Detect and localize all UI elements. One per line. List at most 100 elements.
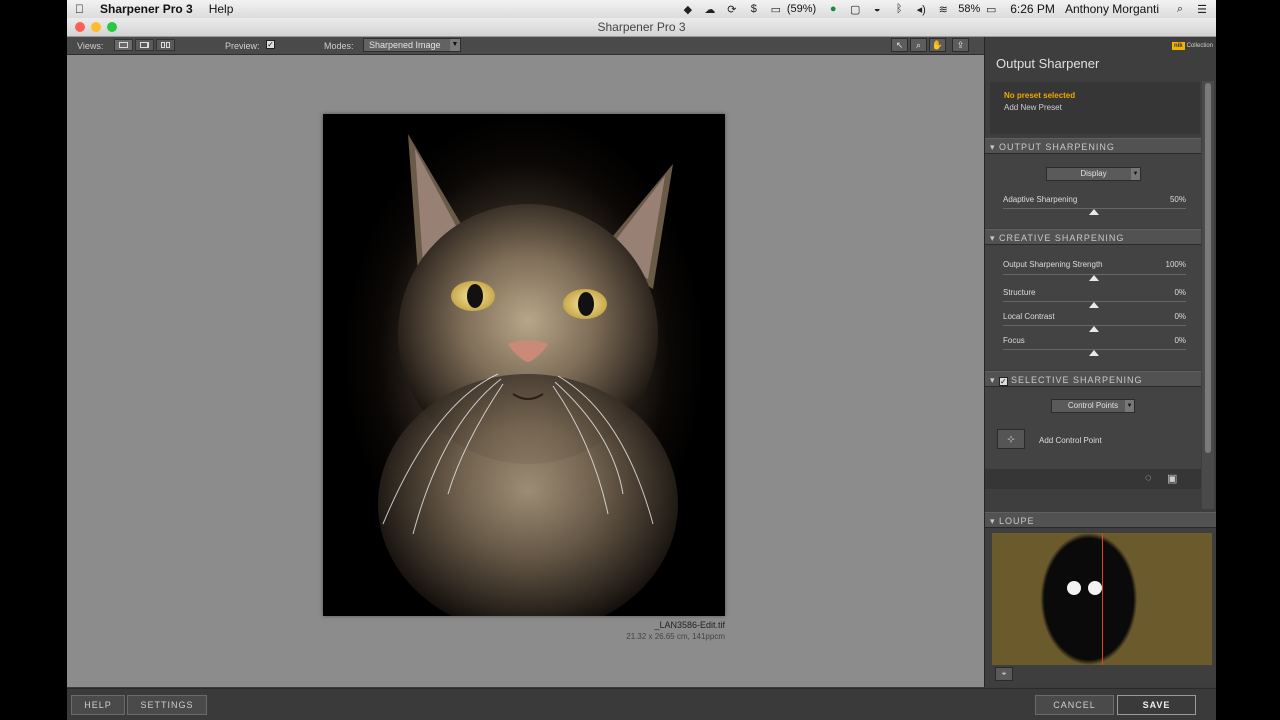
local-contrast-thumb[interactable] bbox=[1089, 326, 1099, 332]
selective-sharpening-section: Control Points ▼ ⊹ Add Control Point bbox=[985, 387, 1201, 469]
help-menu[interactable]: Help bbox=[201, 2, 242, 16]
loupe-header[interactable]: ▾ LOUPE bbox=[985, 512, 1216, 528]
structure-row: Structure 0% bbox=[1003, 288, 1186, 297]
views-label: Views: bbox=[77, 41, 104, 51]
dropbox-icon[interactable]: ◆ bbox=[680, 3, 696, 16]
creative-sharpening-header[interactable]: ▾ CREATIVE SHARPENING bbox=[985, 229, 1201, 245]
focus-label: Focus bbox=[1003, 336, 1025, 345]
adaptive-sharpening-value: 50% bbox=[1169, 195, 1186, 204]
selective-sharpening-header[interactable]: ▾ ✓ SELECTIVE SHARPENING bbox=[985, 371, 1201, 387]
add-control-point-label[interactable]: Add Control Point bbox=[1039, 436, 1102, 445]
save-button[interactable]: SAVE bbox=[1117, 695, 1196, 715]
toolbar: Views: Preview: ✓ Modes: Sharpened Image… bbox=[67, 37, 984, 55]
side-by-side-view-button[interactable] bbox=[156, 39, 175, 51]
chevron-down-icon: ▼ bbox=[450, 39, 460, 51]
control-points-dropdown[interactable]: Control Points ▼ bbox=[1051, 399, 1135, 413]
add-control-point-button[interactable]: ⊹ bbox=[997, 429, 1025, 449]
selective-sharpening-checkbox[interactable]: ✓ bbox=[999, 377, 1009, 386]
panel-title: Output Sharpener bbox=[996, 56, 1100, 71]
structure-thumb[interactable] bbox=[1089, 302, 1099, 308]
preset-status: No preset selected bbox=[1004, 91, 1076, 100]
close-window-icon[interactable] bbox=[75, 22, 85, 32]
screen-icon[interactable]: ▢ bbox=[847, 3, 863, 16]
output-type-value: Display bbox=[1080, 169, 1107, 178]
cat-photo bbox=[323, 114, 725, 616]
volume-icon[interactable]: ◂) bbox=[913, 3, 929, 16]
split-view-button[interactable] bbox=[135, 39, 154, 51]
cat-illustration bbox=[378, 134, 678, 616]
nik-badge: nik bbox=[1171, 42, 1185, 50]
apple-menu-icon[interactable]:  bbox=[67, 2, 92, 16]
spotlight-search-icon[interactable]: ⌕ bbox=[1172, 3, 1188, 16]
modes-dropdown[interactable]: Sharpened Image ▼ bbox=[363, 38, 461, 52]
loupe-split-line[interactable] bbox=[1102, 533, 1103, 665]
battery-small-text: (59%) bbox=[786, 3, 817, 15]
bluetooth-icon[interactable]: ᛒ bbox=[891, 3, 907, 15]
nik-collection-logo: nik Collection bbox=[1171, 42, 1213, 50]
clock[interactable]: 6:26 PM bbox=[1010, 2, 1055, 16]
notification-center-icon[interactable]: ☰ bbox=[1194, 3, 1210, 16]
preview-label: Preview: bbox=[225, 41, 260, 51]
green-app-icon[interactable]: ● bbox=[825, 3, 841, 15]
help-button[interactable]: HELP bbox=[71, 695, 125, 715]
output-sharpening-header[interactable]: ▾ OUTPUT SHARPENING bbox=[985, 138, 1201, 154]
app-screen:  Sharpener Pro 3 Help ◆ ☁ ⟳ $ ▭ (59%) ●… bbox=[67, 0, 1216, 720]
window-title: Sharpener Pro 3 bbox=[597, 20, 686, 34]
menubar:  Sharpener Pro 3 Help ◆ ☁ ⟳ $ ▭ (59%) ●… bbox=[67, 0, 1216, 18]
output-sharpening-strength-value: 100% bbox=[1165, 260, 1186, 269]
loupe-title: LOUPE bbox=[999, 516, 1035, 526]
export-tool-icon[interactable]: ⇪ bbox=[952, 38, 969, 52]
preview-checkbox[interactable]: ✓ bbox=[266, 40, 275, 49]
bottom-bar: HELP SETTINGS CANCEL SAVE bbox=[67, 688, 1216, 720]
battery-device-icon[interactable]: ▭ bbox=[768, 3, 784, 16]
pointer-tool-icon[interactable]: ↖ bbox=[891, 38, 908, 52]
control-point-icon: ⊹ bbox=[1007, 434, 1015, 444]
hand-tool-icon[interactable]: ✋ bbox=[929, 38, 946, 52]
eye-highlight bbox=[1088, 581, 1102, 595]
sync-icon[interactable]: ⟳ bbox=[724, 3, 740, 16]
scrollbar-thumb[interactable] bbox=[1205, 83, 1211, 453]
dollar-icon[interactable]: $ bbox=[746, 3, 762, 15]
collection-label: Collection bbox=[1186, 43, 1213, 49]
creative-sharpening-section: Output Sharpening Strength 100% Structur… bbox=[985, 245, 1201, 370]
structure-value: 0% bbox=[1174, 288, 1186, 297]
selective-sharpening-title: SELECTIVE SHARPENING bbox=[1011, 375, 1143, 385]
user-menu[interactable]: Anthony Morganti bbox=[1065, 2, 1159, 16]
selective-tools-bar: ◌ ▣ bbox=[985, 469, 1201, 489]
zoom-window-icon[interactable] bbox=[107, 22, 117, 32]
cloud-icon[interactable]: ☁ bbox=[702, 3, 718, 16]
wifi-icon[interactable]: ≋ bbox=[935, 3, 951, 16]
loupe-pin-icon[interactable]: ⌖ bbox=[995, 667, 1013, 681]
add-new-preset-link[interactable]: Add New Preset bbox=[1004, 103, 1062, 112]
status-area: ◆ ☁ ⟳ $ ▭ (59%) ● ▢ ◒ ᛒ ◂) ≋ 58% ▭ 6:26 … bbox=[677, 0, 1216, 18]
output-type-dropdown[interactable]: Display ▼ bbox=[1046, 167, 1141, 181]
single-view-button[interactable] bbox=[114, 39, 133, 51]
chevron-down-icon: ▼ bbox=[1131, 168, 1140, 180]
headphones-icon[interactable]: ◒ bbox=[869, 3, 885, 15]
output-sharpening-strength-row: Output Sharpening Strength 100% bbox=[1003, 260, 1186, 269]
adaptive-sharpening-thumb[interactable] bbox=[1089, 209, 1099, 215]
battery-icon[interactable]: ▭ bbox=[983, 3, 999, 16]
zoom-tool-icon[interactable]: ⌕ bbox=[910, 38, 927, 52]
control-panel: nik Collection Output Sharpener No preset… bbox=[984, 37, 1216, 687]
image-canvas[interactable]: _LAN3586-Edit.tif 21.32 x 26.65 cm, 141p… bbox=[67, 55, 984, 687]
window-titlebar: Sharpener Pro 3 bbox=[67, 18, 1216, 37]
modes-dropdown-value: Sharpened Image bbox=[369, 40, 441, 50]
app-menu[interactable]: Sharpener Pro 3 bbox=[92, 2, 201, 16]
focus-thumb[interactable] bbox=[1089, 350, 1099, 356]
local-contrast-value: 0% bbox=[1174, 312, 1186, 321]
output-sharpening-title: OUTPUT SHARPENING bbox=[999, 142, 1115, 152]
focus-value: 0% bbox=[1174, 336, 1186, 345]
loupe-view[interactable] bbox=[992, 533, 1212, 665]
image-filename: _LAN3586-Edit.tif bbox=[654, 620, 725, 630]
preset-box: No preset selected Add New Preset bbox=[990, 82, 1200, 134]
cancel-button[interactable]: CANCEL bbox=[1035, 695, 1114, 715]
local-contrast-row: Local Contrast 0% bbox=[1003, 312, 1186, 321]
square-tool-icon[interactable]: ▣ bbox=[1167, 472, 1177, 485]
settings-button[interactable]: SETTINGS bbox=[127, 695, 207, 715]
image-dimensions: 21.32 x 26.65 cm, 141ppcm bbox=[626, 632, 725, 641]
output-sharpening-strength-thumb[interactable] bbox=[1089, 275, 1099, 281]
panel-scrollbar[interactable] bbox=[1202, 81, 1214, 509]
minimize-window-icon[interactable] bbox=[91, 22, 101, 32]
circle-tool-icon[interactable]: ◌ bbox=[1145, 472, 1152, 484]
